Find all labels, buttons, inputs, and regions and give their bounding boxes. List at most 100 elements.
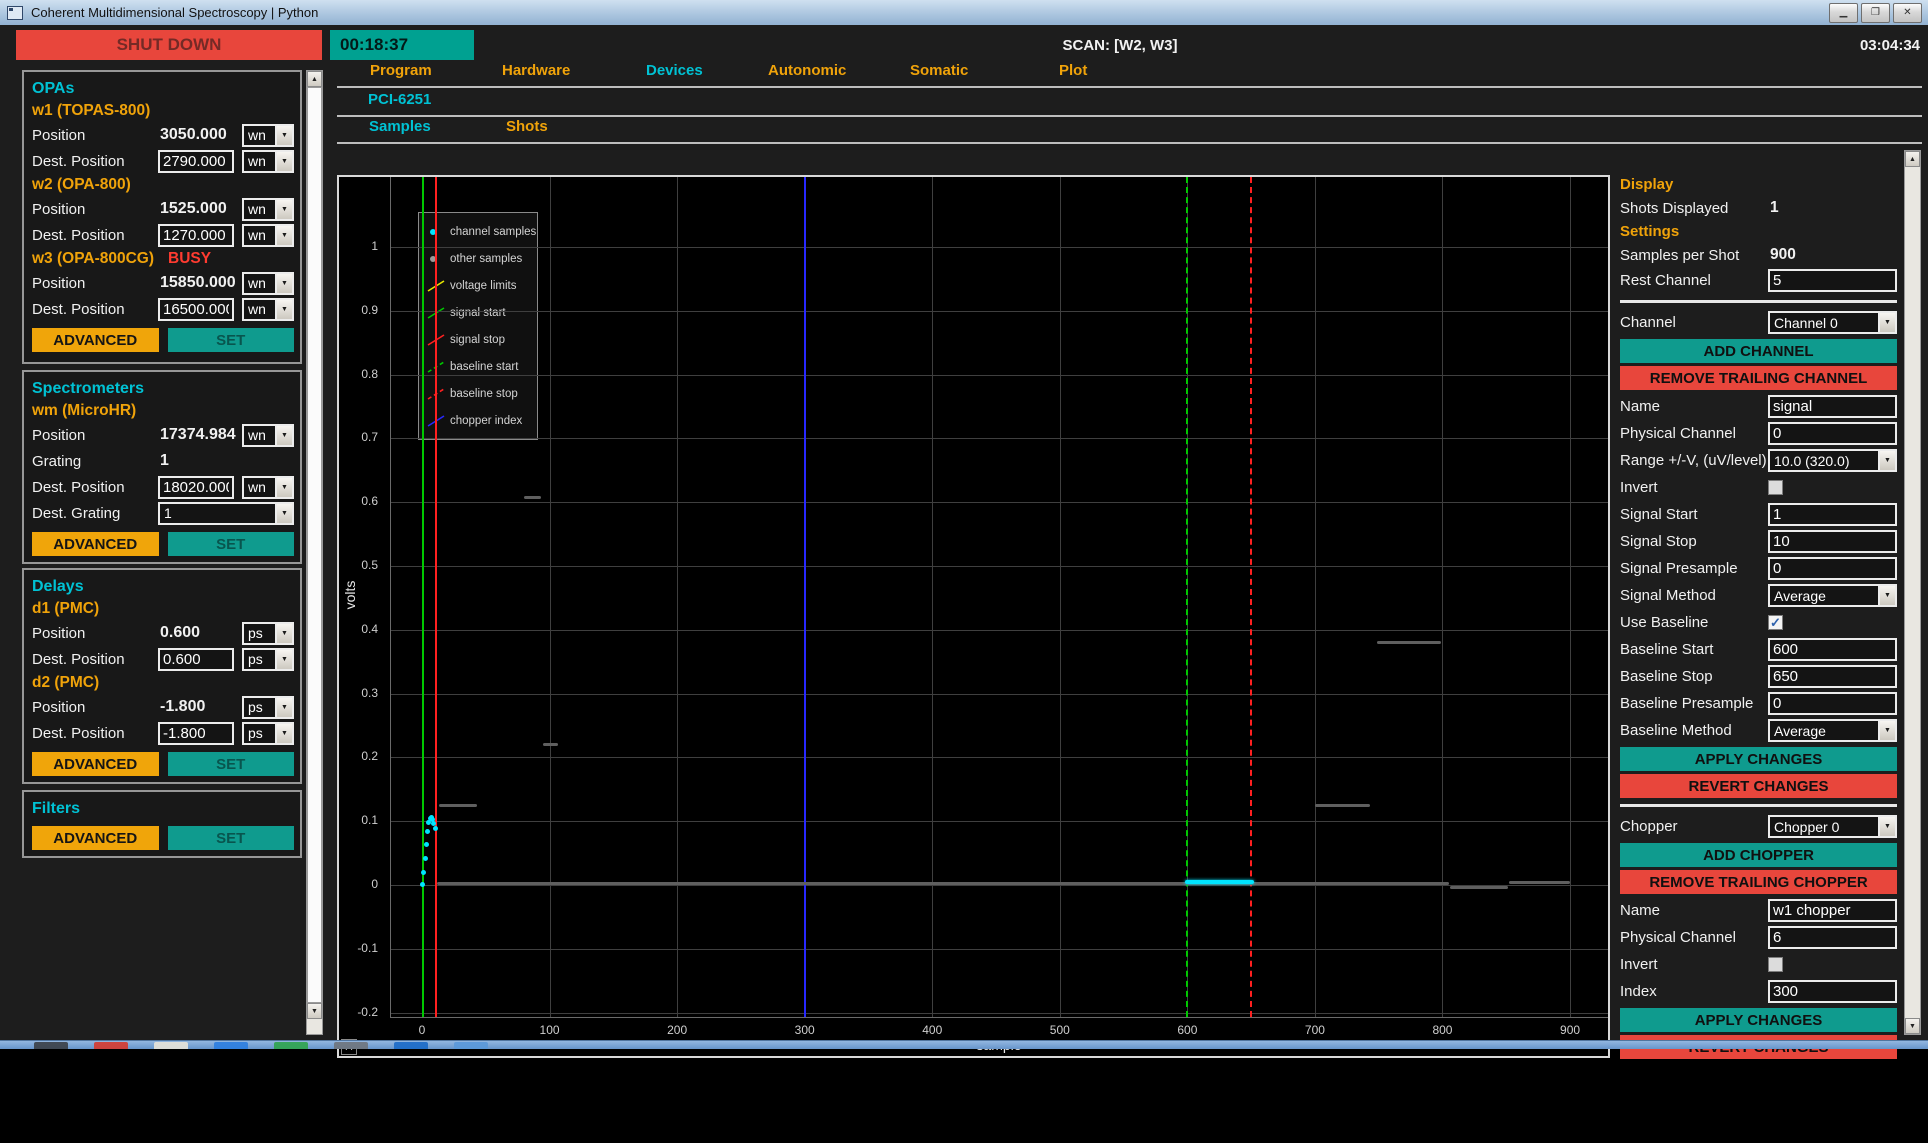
- close-icon[interactable]: ✕: [1893, 3, 1922, 23]
- set-button[interactable]: SET: [168, 328, 295, 352]
- chevron-down-icon[interactable]: ▼: [275, 274, 292, 293]
- set-button[interactable]: SET: [168, 532, 295, 556]
- units-dropdown[interactable]: wn▼: [242, 272, 294, 295]
- tab-autonomic[interactable]: Autonomic: [768, 62, 846, 79]
- grid-line-y: [390, 885, 1608, 886]
- add-chopper-button[interactable]: ADD CHOPPER: [1620, 843, 1897, 867]
- chevron-down-icon[interactable]: ▼: [275, 126, 292, 145]
- tab-pci-6251[interactable]: PCI-6251: [368, 91, 431, 108]
- chevron-down-icon[interactable]: ▼: [275, 698, 292, 717]
- set-button[interactable]: SET: [168, 752, 295, 776]
- tab-program[interactable]: Program: [370, 62, 432, 79]
- chopper-invert-checkbox[interactable]: ✓: [1768, 957, 1783, 972]
- remove-trailing-chopper-button[interactable]: REMOVE TRAILING CHOPPER: [1620, 870, 1897, 894]
- physical-channel-input[interactable]: [1768, 422, 1897, 445]
- scroll-down-icon[interactable]: ▼: [307, 1003, 322, 1019]
- baseline-start-input[interactable]: [1768, 638, 1897, 661]
- title-bar[interactable]: Coherent Multidimensional Spectroscopy |…: [0, 0, 1928, 26]
- units-dropdown[interactable]: wn▼: [242, 224, 294, 247]
- units-dropdown[interactable]: ps▼: [242, 696, 294, 719]
- remove-trailing-channel-button[interactable]: REMOVE TRAILING CHANNEL: [1620, 366, 1897, 390]
- chevron-down-icon[interactable]: ▼: [275, 226, 292, 245]
- chevron-down-icon[interactable]: ▼: [275, 724, 292, 743]
- channel-name-input[interactable]: [1768, 395, 1897, 418]
- units-dropdown[interactable]: ps▼: [242, 648, 294, 671]
- dest-position-input[interactable]: [158, 298, 234, 321]
- minimize-icon[interactable]: ▁: [1829, 3, 1858, 23]
- dest-grating-dropdown[interactable]: 1▼: [158, 502, 294, 525]
- dest-position-input[interactable]: [158, 476, 234, 499]
- range-dropdown[interactable]: 10.0 (320.0)▼: [1768, 449, 1897, 472]
- grid-line-y: [390, 1013, 1608, 1014]
- chevron-down-icon[interactable]: ▼: [1878, 313, 1895, 332]
- hardware-scrollbar[interactable]: ▲ ▼: [306, 70, 323, 1035]
- samples-plot[interactable]: volts sample A channel samplesother samp…: [337, 175, 1610, 1058]
- dest-position-input[interactable]: [158, 150, 234, 173]
- chevron-down-icon[interactable]: ▼: [275, 478, 292, 497]
- tab-shots[interactable]: Shots: [506, 118, 548, 135]
- plot-canvas[interactable]: volts sample A channel samplesother samp…: [339, 177, 1608, 1056]
- chevron-down-icon[interactable]: ▼: [1878, 721, 1895, 740]
- advanced-button[interactable]: ADVANCED: [32, 532, 159, 556]
- scroll-down-icon[interactable]: ▼: [1905, 1018, 1920, 1034]
- chevron-down-icon[interactable]: ▼: [275, 200, 292, 219]
- chopper-name-input[interactable]: [1768, 899, 1897, 922]
- tab-samples[interactable]: Samples: [369, 118, 431, 135]
- tab-hardware[interactable]: Hardware: [502, 62, 570, 79]
- chevron-down-icon[interactable]: ▼: [275, 624, 292, 643]
- units-dropdown[interactable]: wn▼: [242, 150, 294, 173]
- baseline-presample-input[interactable]: [1768, 692, 1897, 715]
- scrollbar-thumb[interactable]: [307, 87, 322, 1003]
- units-dropdown[interactable]: wn▼: [242, 124, 294, 147]
- chevron-down-icon[interactable]: ▼: [1878, 451, 1895, 470]
- invert-checkbox[interactable]: ✓: [1768, 480, 1783, 495]
- signal-presample-input[interactable]: [1768, 557, 1897, 580]
- units-dropdown[interactable]: wn▼: [242, 198, 294, 221]
- grid-line-y: [390, 438, 1608, 439]
- chevron-down-icon[interactable]: ▼: [275, 426, 292, 445]
- units-dropdown[interactable]: ps▼: [242, 622, 294, 645]
- dest-position-input[interactable]: [158, 224, 234, 247]
- tab-plot[interactable]: Plot: [1059, 62, 1087, 79]
- units-dropdown[interactable]: ps▼: [242, 722, 294, 745]
- units-dropdown[interactable]: wn▼: [242, 476, 294, 499]
- chevron-down-icon[interactable]: ▼: [275, 300, 292, 319]
- chopper-dropdown[interactable]: Chopper 0▼: [1768, 815, 1897, 838]
- units-dropdown[interactable]: wn▼: [242, 298, 294, 321]
- apply-chopper-changes-button[interactable]: APPLY CHANGES: [1620, 1008, 1897, 1032]
- signal-stop-input[interactable]: [1768, 530, 1897, 553]
- advanced-button[interactable]: ADVANCED: [32, 826, 159, 850]
- shutdown-button[interactable]: SHUT DOWN: [16, 30, 322, 60]
- use-baseline-checkbox[interactable]: ✓: [1768, 615, 1783, 630]
- scroll-up-icon[interactable]: ▲: [1905, 151, 1920, 167]
- index-input[interactable]: [1768, 980, 1897, 1003]
- legend-label: channel samples: [450, 226, 536, 238]
- chevron-down-icon[interactable]: ▼: [1878, 817, 1895, 836]
- rest-channel-input[interactable]: [1768, 269, 1897, 292]
- channel-dropdown[interactable]: Channel 0▼: [1768, 311, 1897, 334]
- tab-devices[interactable]: Devices: [646, 62, 703, 79]
- advanced-button[interactable]: ADVANCED: [32, 328, 159, 352]
- restore-icon[interactable]: ❐: [1861, 3, 1890, 23]
- chevron-down-icon[interactable]: ▼: [1878, 586, 1895, 605]
- advanced-button[interactable]: ADVANCED: [32, 752, 159, 776]
- add-channel-button[interactable]: ADD CHANNEL: [1620, 339, 1897, 363]
- revert-changes-button[interactable]: REVERT CHANGES: [1620, 774, 1897, 798]
- units-dropdown[interactable]: wn▼: [242, 424, 294, 447]
- signal-method-dropdown[interactable]: Average▼: [1768, 584, 1897, 607]
- chevron-down-icon[interactable]: ▼: [275, 504, 292, 523]
- panel-title: Filters: [32, 797, 294, 820]
- tab-somatic[interactable]: Somatic: [910, 62, 968, 79]
- baseline-method-dropdown[interactable]: Average▼: [1768, 719, 1897, 742]
- dest-position-input[interactable]: [158, 722, 234, 745]
- chevron-down-icon[interactable]: ▼: [275, 152, 292, 171]
- dest-position-input[interactable]: [158, 648, 234, 671]
- signal-start-input[interactable]: [1768, 503, 1897, 526]
- set-button[interactable]: SET: [168, 826, 295, 850]
- baseline-stop-input[interactable]: [1768, 665, 1897, 688]
- x-tick-label: 100: [530, 1023, 570, 1037]
- sidebar-scrollbar[interactable]: ▲ ▼: [1904, 150, 1921, 1035]
- chevron-down-icon[interactable]: ▼: [275, 650, 292, 669]
- chopper-physical-channel-input[interactable]: [1768, 926, 1897, 949]
- apply-changes-button[interactable]: APPLY CHANGES: [1620, 747, 1897, 771]
